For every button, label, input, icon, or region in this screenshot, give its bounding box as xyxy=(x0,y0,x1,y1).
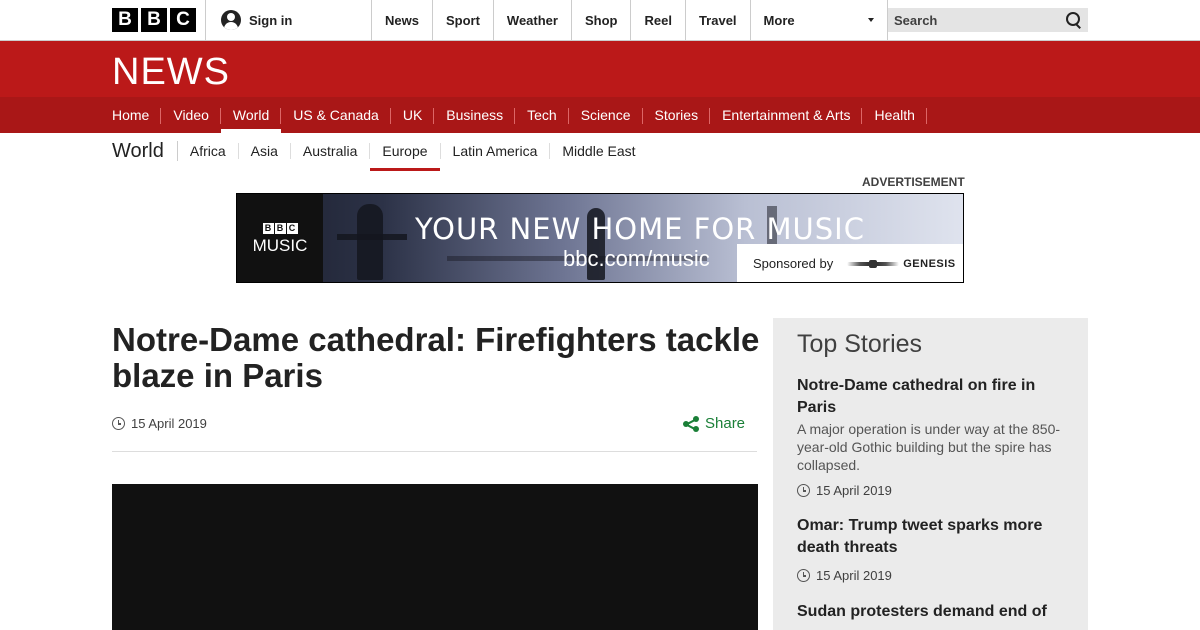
advert-banner[interactable]: B B C MUSIC YOUR NEW HOME FOR MUSIC bbc.… xyxy=(236,193,964,283)
bbc-music-logo: B B C MUSIC xyxy=(237,194,323,282)
top-bar: B B C Sign in News Sport Weather Shop Re… xyxy=(0,0,1200,41)
article-date-text: 15 April 2019 xyxy=(131,416,207,431)
divider xyxy=(112,451,757,452)
section-title[interactable]: World xyxy=(112,140,178,162)
sponsor-name: GENESIS xyxy=(903,257,956,270)
section-nav-us-canada[interactable]: US & Canada xyxy=(281,97,391,133)
share-button[interactable]: Share xyxy=(683,415,745,432)
ad-logo-letter-b2: B xyxy=(274,222,286,234)
top-nav-weather[interactable]: Weather xyxy=(492,0,571,40)
genesis-wing-icon xyxy=(847,259,900,269)
article-date: 15 April 2019 xyxy=(112,416,207,431)
sign-in-button[interactable]: Sign in xyxy=(205,0,371,40)
bbc-logo[interactable]: B B C xyxy=(112,8,196,32)
sub-nav-latin-america[interactable]: Latin America xyxy=(441,143,551,159)
ad-logo-letter-c: C xyxy=(286,222,298,234)
ad-url: bbc.com/music xyxy=(563,246,710,271)
section-nav-entertainment-arts[interactable]: Entertainment & Arts xyxy=(710,97,863,133)
sponsored-by-label: Sponsored by xyxy=(753,256,834,271)
section-nav: Home Video World US & Canada UK Business… xyxy=(0,97,1200,133)
clock-icon xyxy=(797,569,810,582)
article-headline: Notre-Dame cathedral: Firefighters tackl… xyxy=(112,321,760,394)
more-menu-button[interactable]: More xyxy=(749,0,888,40)
ad-headline: YOUR NEW HOME FOR MUSIC xyxy=(415,212,865,246)
sub-nav-europe[interactable]: Europe xyxy=(370,143,441,171)
sponsor-logo: GENESIS xyxy=(847,258,955,270)
section-nav-video[interactable]: Video xyxy=(161,97,221,133)
section-nav-uk[interactable]: UK xyxy=(391,97,435,133)
ad-brand-sub: MUSIC xyxy=(252,235,308,255)
sub-nav-middle-east[interactable]: Middle East xyxy=(550,143,647,159)
list-item[interactable]: Notre-Dame cathedral on fire in Paris A … xyxy=(797,375,1067,498)
section-nav-health[interactable]: Health xyxy=(862,97,928,133)
story-date-text: 15 April 2019 xyxy=(816,483,892,498)
video-player[interactable] xyxy=(112,484,758,630)
section-nav-science[interactable]: Science xyxy=(569,97,643,133)
world-sub-nav: World Africa Asia Australia Europe Latin… xyxy=(112,133,648,171)
search-placeholder: Search xyxy=(894,12,938,28)
news-masthead: NEWS xyxy=(0,41,1200,97)
logo-letter-b1: B xyxy=(112,8,138,32)
share-icon xyxy=(683,415,699,432)
section-nav-world[interactable]: World xyxy=(220,97,282,133)
search-icon[interactable] xyxy=(1066,12,1082,28)
section-nav-tech[interactable]: Tech xyxy=(515,97,569,133)
section-nav-home[interactable]: Home xyxy=(112,97,162,133)
advertisement-label: ADVERTISEMENT xyxy=(862,175,965,189)
sub-nav-africa[interactable]: Africa xyxy=(178,143,239,159)
list-item[interactable]: Sudan protesters demand end of xyxy=(797,601,1067,623)
search-input[interactable]: Search xyxy=(888,8,1088,32)
clock-icon xyxy=(797,484,810,497)
top-nav-reel[interactable]: Reel xyxy=(630,0,684,40)
story-summary: A major operation is under way at the 85… xyxy=(797,421,1061,473)
section-nav-stories[interactable]: Stories xyxy=(643,97,711,133)
top-nav-travel[interactable]: Travel xyxy=(684,0,750,40)
top-nav: News Sport Weather Shop Reel Travel More xyxy=(371,0,888,40)
clock-icon xyxy=(112,417,125,430)
sub-nav-australia[interactable]: Australia xyxy=(291,143,371,159)
story-date-text: 15 April 2019 xyxy=(816,568,892,583)
section-nav-business[interactable]: Business xyxy=(434,97,515,133)
sign-in-label: Sign in xyxy=(249,12,293,28)
logo-letter-b2: B xyxy=(141,8,167,32)
user-icon xyxy=(221,10,241,30)
story-date: 15 April 2019 xyxy=(797,568,1067,583)
share-label: Share xyxy=(705,415,746,432)
story-title[interactable]: Notre-Dame cathedral on fire in Paris xyxy=(797,375,1067,419)
ad-sponsor: Sponsored by GENESIS xyxy=(737,244,963,282)
top-nav-sport[interactable]: Sport xyxy=(431,0,493,40)
top-stories-panel: Top Stories Notre-Dame cathedral on fire… xyxy=(773,318,1088,630)
ad-logo-letter-b1: B xyxy=(262,222,274,234)
news-logo[interactable]: NEWS xyxy=(112,51,230,94)
list-item[interactable]: Omar: Trump tweet sparks more death thre… xyxy=(797,515,1067,583)
logo-letter-c: C xyxy=(170,8,196,32)
story-title[interactable]: Omar: Trump tweet sparks more death thre… xyxy=(797,515,1067,559)
top-nav-news[interactable]: News xyxy=(371,0,432,40)
sub-nav-asia[interactable]: Asia xyxy=(239,143,291,159)
story-date: 15 April 2019 xyxy=(797,483,1067,498)
top-stories-title: Top Stories xyxy=(797,330,923,358)
story-title[interactable]: Sudan protesters demand end of xyxy=(797,601,1067,623)
more-label: More xyxy=(763,12,795,28)
chevron-down-icon xyxy=(867,18,874,22)
top-nav-shop[interactable]: Shop xyxy=(570,0,631,40)
